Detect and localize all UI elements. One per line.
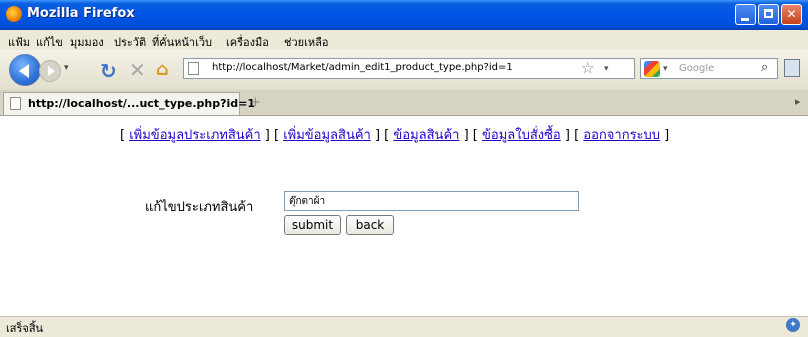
maximize-icon (764, 9, 773, 18)
close-icon: ✕ (786, 7, 797, 21)
bracket-separator: ] [ (560, 128, 584, 143)
link-add-product-type[interactable]: เพิ่มข้อมูลประเภทสินค้า (129, 128, 260, 143)
stop-icon[interactable]: ✕ (129, 58, 146, 82)
url-text[interactable]: http://localhost/Market/admin_edit1_prod… (212, 62, 513, 73)
admin-nav-links: [ เพิ่มข้อมูลประเภทสินค้า ] [ เพิ่มข้อมู… (120, 124, 669, 145)
maximize-button[interactable] (758, 4, 779, 25)
url-dropdown-icon[interactable]: ▾ (604, 64, 609, 74)
minimize-button[interactable] (735, 4, 756, 25)
home-icon[interactable]: ⌂ (156, 59, 169, 80)
search-icon[interactable]: ⌕ (761, 60, 768, 75)
menu-item-edit[interactable]: แก้ไข (36, 33, 63, 51)
search-placeholder[interactable]: Google (679, 63, 714, 74)
menu-item-help[interactable]: ช่วยเหลือ (284, 33, 328, 51)
page-icon (188, 62, 199, 75)
page-content: [ เพิ่มข้อมูลประเภทสินค้า ] [ เพิ่มข้อมู… (0, 116, 808, 316)
firefox-icon (6, 6, 22, 22)
reload-icon[interactable]: ↻ (100, 59, 117, 83)
product-type-name-input[interactable] (284, 191, 579, 211)
bracket-separator: ] [ (370, 128, 394, 143)
history-dropdown-icon[interactable]: ▾ (64, 63, 69, 73)
search-engine-icon[interactable] (644, 61, 660, 77)
window-title: Mozilla Firefox (27, 6, 135, 21)
link-order-data[interactable]: ข้อมูลใบสั่งซื้อ (482, 128, 561, 143)
status-text: เสร็จสิ้น (6, 322, 44, 335)
menu-item-bookmarks[interactable]: ที่คั่นหน้าเว็บ (152, 33, 212, 51)
menu-bar: แฟ้ม แก้ไข มุมมอง ประวัติ ที่คั่นหน้าเว็… (0, 30, 808, 50)
new-tab-button[interactable]: + (250, 95, 261, 110)
url-bar[interactable]: http://localhost/Market/admin_edit1_prod… (183, 58, 635, 79)
bracket-open: [ (120, 128, 130, 143)
bookmarks-sidebar-icon[interactable] (784, 59, 800, 77)
close-button[interactable]: ✕ (781, 4, 802, 25)
link-logout[interactable]: ออกจากระบบ (583, 128, 660, 143)
link-add-product[interactable]: เพิ่มข้อมูลสินค้า (283, 128, 371, 143)
tab-label: http://localhost/...uct_type.php?id=1 (28, 97, 255, 110)
menu-item-file[interactable]: แฟ้ม (8, 33, 30, 51)
bracket-close: ] (660, 128, 670, 143)
back-arrow-button[interactable] (9, 54, 41, 86)
bracket-separator: ] [ (260, 128, 284, 143)
submit-button[interactable]: submit (284, 215, 341, 235)
bookmark-star-icon[interactable]: ☆ (581, 59, 594, 77)
menu-item-tools[interactable]: เครื่องมือ (226, 33, 269, 51)
title-bar: Mozilla Firefox ✕ (0, 0, 808, 30)
bracket-separator: ] [ (459, 128, 482, 143)
back-button[interactable]: back (346, 215, 394, 235)
tab-strip: http://localhost/...uct_type.php?id=1 + … (0, 90, 808, 116)
tab-current[interactable]: http://localhost/...uct_type.php?id=1 (3, 92, 255, 115)
link-product-data[interactable]: ข้อมูลสินค้า (393, 128, 459, 143)
tab-scroll-icon[interactable]: ▸ (795, 95, 801, 108)
form-label: แก้ไขประเภทสินค้า (145, 200, 254, 215)
addon-status-icon[interactable]: ✦ (786, 318, 800, 332)
search-bar[interactable]: ▾ Google ⌕ (640, 58, 778, 79)
minimize-icon (741, 18, 749, 21)
menu-item-view[interactable]: มุมมอง (70, 33, 104, 51)
search-engine-dropdown-icon[interactable]: ▾ (663, 64, 668, 74)
forward-arrow-button[interactable] (39, 60, 61, 82)
menu-item-history[interactable]: ประวัติ (114, 33, 146, 51)
tab-page-icon (10, 97, 21, 110)
status-bar: เสร็จสิ้น ✦ (0, 316, 808, 335)
